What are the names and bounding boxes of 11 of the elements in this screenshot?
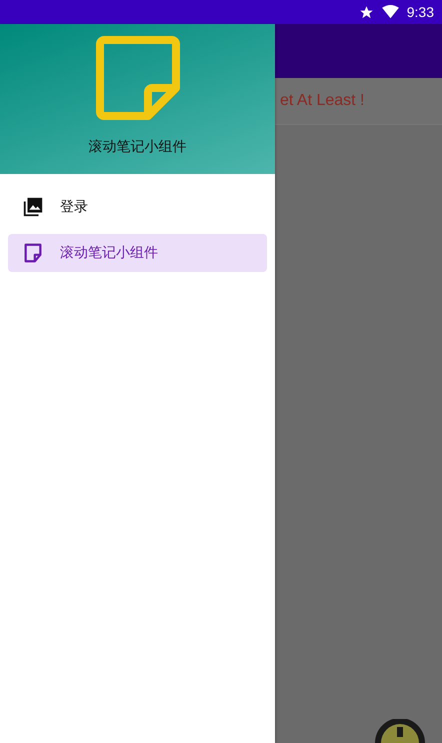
- drawer-title: 滚动笔记小组件: [88, 138, 186, 156]
- note-icon: [22, 242, 44, 264]
- message-text: et At Least !: [280, 92, 364, 110]
- note-icon: [96, 36, 180, 120]
- photos-icon: [22, 196, 44, 218]
- drawer-item[interactable]: 滚动笔记小组件: [8, 234, 267, 272]
- star-icon: [358, 4, 374, 20]
- drawer-item[interactable]: 登录: [8, 188, 267, 226]
- status-time: 9:33: [406, 4, 434, 20]
- face-icon: [375, 719, 425, 743]
- wifi-icon: [382, 5, 399, 19]
